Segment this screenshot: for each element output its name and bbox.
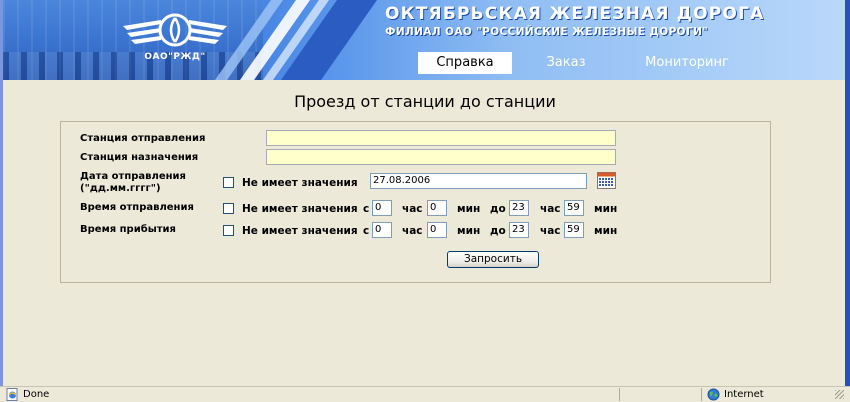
arrival-time-no-value-label: Не имеет значения (242, 225, 358, 237)
tab-monitoring[interactable]: Мониторинг (628, 52, 746, 74)
departure-from-min-input[interactable]: 0 (427, 200, 447, 216)
status-divider (619, 388, 620, 401)
arrival-station-label: Станция назначения (80, 152, 199, 163)
arrival-time-no-value-checkbox[interactable] (223, 225, 234, 236)
departure-time-no-value-checkbox[interactable] (223, 203, 234, 214)
window-frame-right (845, 0, 850, 386)
resize-grip-icon[interactable] (835, 390, 844, 399)
site-header: ОАО"РЖД" ОКТЯБРЬСКАЯ ЖЕЛЕЗНАЯ ДОРОГА ФИЛ… (3, 0, 845, 80)
status-text: Done (23, 389, 50, 400)
arrival-station-input[interactable] (266, 149, 616, 165)
banner-subtitle: ФИЛИАЛ ОАО "РОССИЙСКИЕ ЖЕЛЕЗНЫЕ ДОРОГИ" (385, 26, 709, 38)
status-divider (701, 388, 702, 401)
calendar-icon[interactable] (597, 172, 616, 189)
arrival-hour-unit: час (402, 225, 423, 237)
arrival-to-hour-input[interactable]: 23 (509, 222, 529, 238)
departure-date-format: ("дд.мм.гггг") (80, 183, 161, 194)
zone-text: Internet (724, 389, 764, 400)
arrival-to-hour-unit: час (540, 225, 561, 237)
departure-from-hour-input[interactable]: 0 (372, 200, 392, 216)
departure-date-input[interactable]: 27.08.2006 (370, 173, 587, 189)
arrival-from-min-input[interactable]: 0 (427, 222, 447, 238)
tab-spravka[interactable]: Справка (418, 52, 512, 74)
departure-time-from-label: с (363, 203, 370, 215)
logo-caption: ОАО"РЖД" (144, 52, 206, 62)
departure-date-no-value-checkbox[interactable] (223, 177, 234, 188)
browser-status-bar: Done Internet (0, 386, 850, 402)
departure-station-input[interactable] (266, 130, 616, 146)
arrival-min-unit: мин (457, 225, 481, 237)
page-title: Проезд от станции до станции (294, 92, 556, 111)
tab-zakaz[interactable]: Заказ (530, 52, 602, 74)
departure-to-min-unit: мин (594, 203, 618, 215)
banner-title: ОКТЯБРЬСКАЯ ЖЕЛЕЗНАЯ ДОРОГА (385, 4, 765, 24)
arrival-time-from-label: с (363, 225, 370, 237)
arrival-from-hour-input[interactable]: 0 (372, 222, 392, 238)
arrival-to-min-input[interactable]: 59 (564, 222, 584, 238)
internet-zone-globe-icon (707, 388, 720, 401)
departure-to-hour-input[interactable]: 23 (509, 200, 529, 216)
departure-station-label: Станция отправления (80, 133, 206, 144)
departure-date-label: Дата отправления (80, 171, 186, 182)
departure-to-hour-unit: час (540, 203, 561, 215)
departure-date-no-value-label: Не имеет значения (242, 177, 358, 189)
arrival-time-to-label: до (490, 225, 506, 237)
submit-request-button[interactable]: Запросить (447, 251, 539, 268)
departure-hour-unit: час (402, 203, 423, 215)
search-form-panel: Станция отправления Станция назначения Д… (60, 121, 771, 283)
arrival-time-label: Время прибытия (80, 224, 176, 235)
departure-time-to-label: до (490, 203, 506, 215)
page-done-icon (6, 388, 18, 401)
departure-min-unit: мин (457, 203, 481, 215)
departure-time-no-value-label: Не имеет значения (242, 203, 358, 215)
departure-time-label: Время отправления (80, 202, 194, 213)
departure-to-min-input[interactable]: 59 (564, 200, 584, 216)
arrival-to-min-unit: мин (594, 225, 618, 237)
